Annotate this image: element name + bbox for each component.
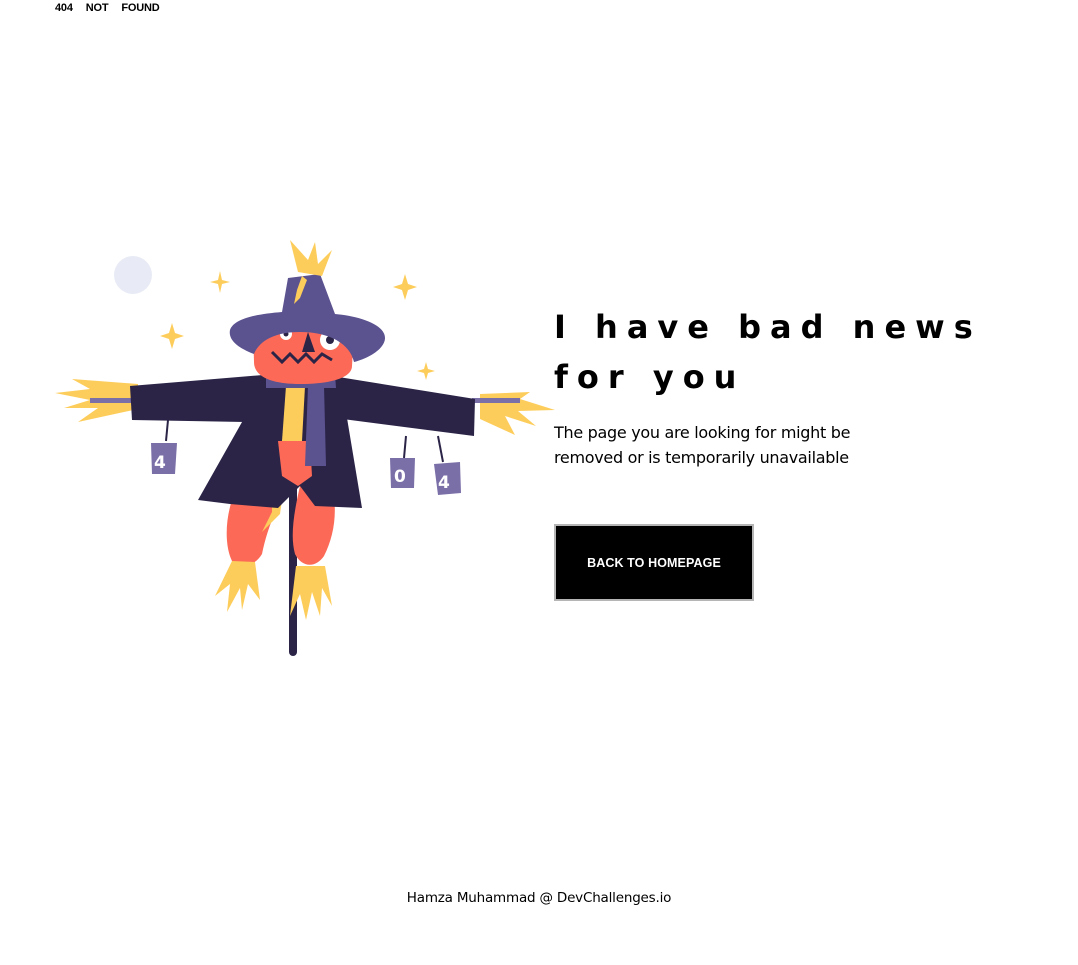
- scarecrow-graphic: 4 0 4: [55, 240, 555, 656]
- not-found-page: 404 NOT FOUND 4 0 4 I have bad news for …: [0, 0, 1078, 965]
- can-label-3: 4: [438, 473, 450, 493]
- can-1: 4: [151, 419, 177, 474]
- coat: [130, 374, 475, 508]
- moon-circle: [114, 256, 152, 294]
- can-2: 0: [390, 435, 415, 488]
- pole: [289, 476, 297, 656]
- brand-part-not: NOT: [85, 2, 109, 14]
- scarecrow-illustration: 4 0 4: [50, 236, 560, 661]
- brand-part-found: FOUND: [121, 2, 160, 14]
- feet-straw: [215, 561, 332, 620]
- back-to-homepage-button[interactable]: BACK TO HOMEPAGE: [554, 524, 754, 601]
- can-label-2: 0: [394, 467, 406, 487]
- brand-logo[interactable]: 404 NOT FOUND: [55, 2, 160, 15]
- can-3: 4: [434, 435, 461, 495]
- error-message: The page you are looking for might be re…: [554, 423, 851, 467]
- can-label-1: 4: [154, 453, 166, 473]
- footer-credit: Hamza Muhammad @ DevChallenges.io: [406, 890, 672, 906]
- brand-part-404: 404: [55, 2, 73, 14]
- page-headline: I have bad news for you: [554, 308, 982, 396]
